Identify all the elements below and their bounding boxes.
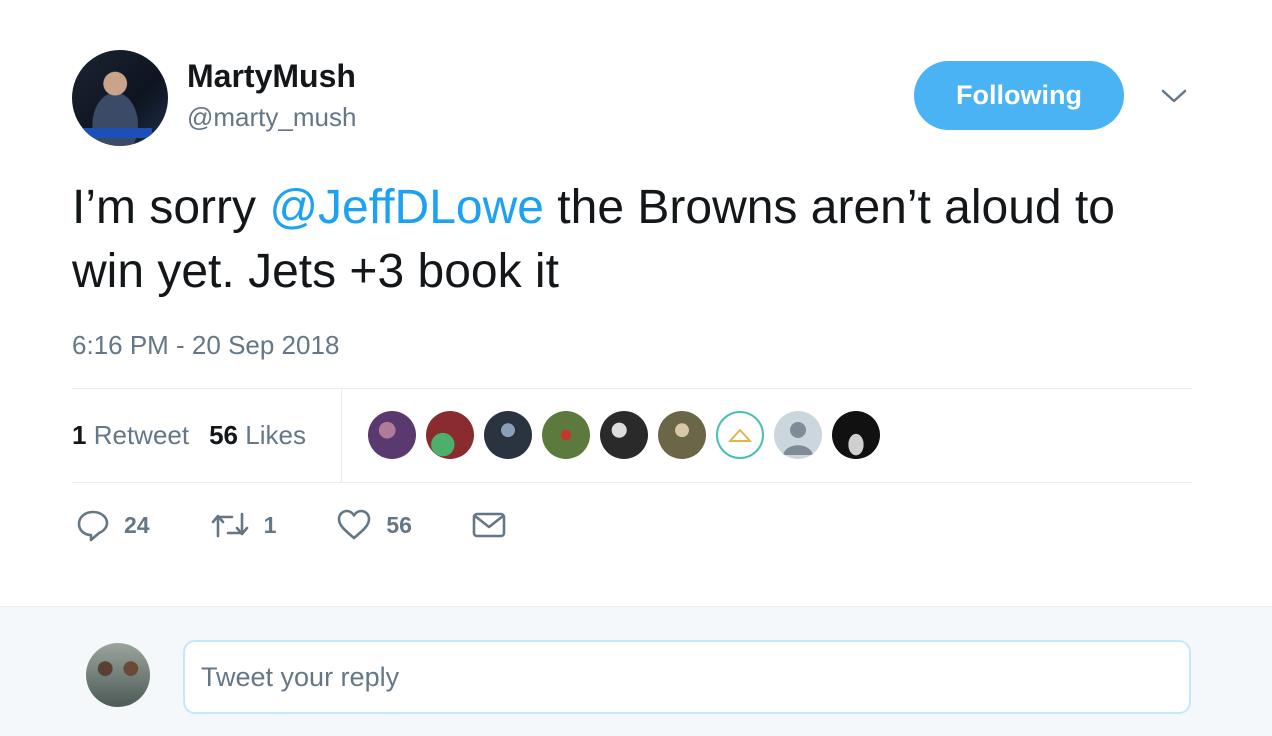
tweet-text: I’m sorry @JeffDLowe the Browns aren’t a… <box>72 176 1172 304</box>
tweet-text-before: I’m sorry <box>72 181 270 234</box>
envelope-icon <box>472 512 506 538</box>
retweet-stat-count: 1 <box>72 420 87 450</box>
like-count: 56 <box>386 511 412 538</box>
tweet-stats: 1 Retweet 56 Likes <box>72 389 342 482</box>
liker-avatar-2[interactable] <box>426 411 474 459</box>
liker-avatar-5[interactable] <box>600 411 648 459</box>
likes-stat[interactable]: 56 Likes <box>209 420 306 451</box>
author-avatar[interactable] <box>72 50 168 146</box>
following-button[interactable]: Following <box>914 61 1124 130</box>
mention-link[interactable]: @JeffDLowe <box>269 181 544 234</box>
chevron-down-icon[interactable] <box>1160 86 1188 106</box>
liker-avatar-7[interactable] <box>716 411 764 459</box>
logo-icon <box>728 428 752 442</box>
divider <box>72 482 1192 483</box>
current-user-avatar[interactable] <box>86 643 150 707</box>
like-action[interactable]: 56 <box>336 509 412 541</box>
liker-avatar-6[interactable] <box>658 411 706 459</box>
likes-stat-label: Likes <box>245 420 306 450</box>
tweet-actions: 24 1 56 <box>76 508 566 542</box>
liker-avatars <box>368 411 880 459</box>
reply-input[interactable] <box>183 640 1191 714</box>
liker-avatar-8[interactable] <box>774 411 822 459</box>
reply-count: 24 <box>124 511 150 538</box>
reply-bar <box>0 606 1272 736</box>
retweet-stat-label: Retweet <box>93 420 190 450</box>
author-handle[interactable]: @marty_mush <box>187 102 356 133</box>
likes-stat-count: 56 <box>209 420 239 450</box>
liker-avatar-1[interactable] <box>368 411 416 459</box>
default-user-icon <box>783 422 813 455</box>
reply-action[interactable]: 24 <box>76 508 150 542</box>
retweet-count: 1 <box>263 511 277 538</box>
tweet-timestamp[interactable]: 6:16 PM - 20 Sep 2018 <box>72 330 339 361</box>
liker-avatar-4[interactable] <box>542 411 590 459</box>
retweet-action[interactable]: 1 <box>210 510 277 540</box>
reply-icon <box>77 510 109 542</box>
liker-avatar-3[interactable] <box>484 411 532 459</box>
avatar-caption-banner <box>82 128 152 138</box>
heart-icon <box>338 509 371 540</box>
direct-message-action[interactable] <box>472 511 506 539</box>
retweet-icon <box>211 512 248 538</box>
retweet-stat[interactable]: 1 Retweet <box>72 420 189 451</box>
tweet-card: MartyMush @marty_mush Following I’m sorr… <box>0 0 1272 606</box>
liker-avatar-9[interactable] <box>832 411 880 459</box>
author-name[interactable]: MartyMush <box>187 58 356 95</box>
